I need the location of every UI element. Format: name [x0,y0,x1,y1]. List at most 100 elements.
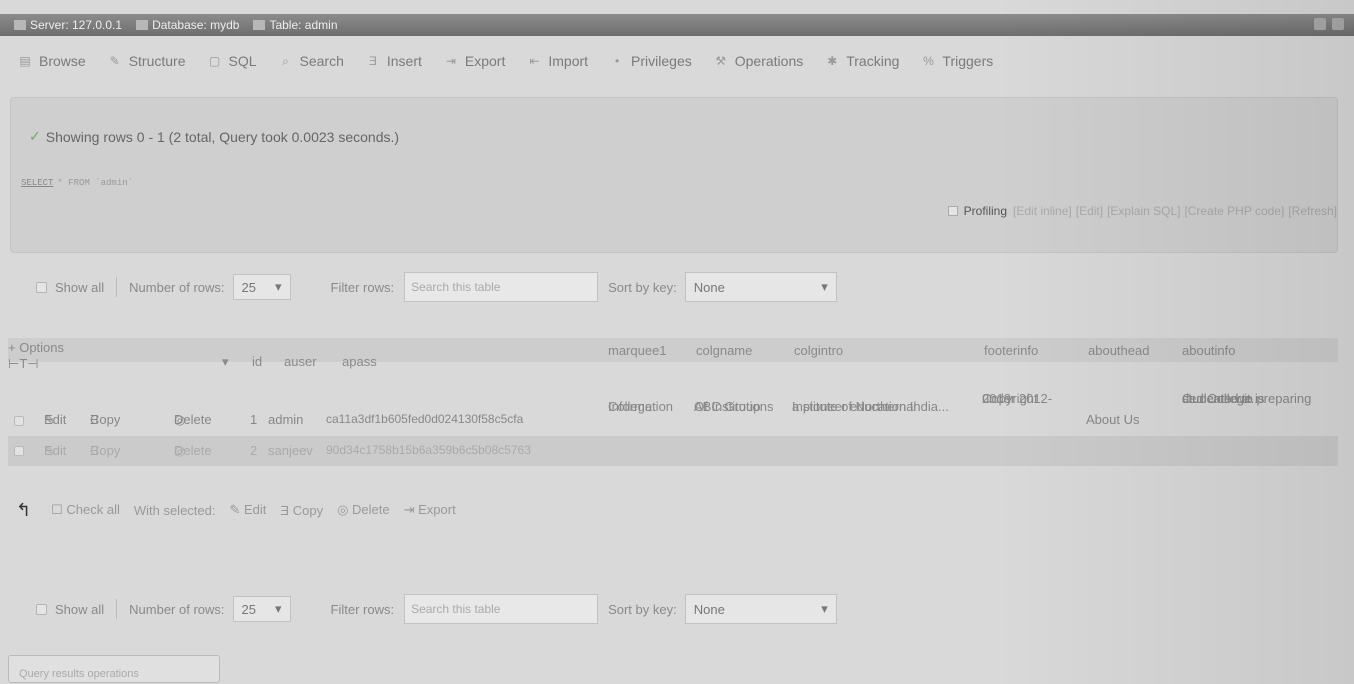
database-icon [136,20,149,30]
tab-import[interactable]: ⇤ Import [527,53,588,69]
edit-link[interactable]: [Edit] [1076,204,1103,218]
copy-icon: Ǝ [280,502,293,518]
show-all-label: Show all [55,601,105,617]
tab-export[interactable]: ⇥ Export [444,53,506,69]
row-checkbox[interactable] [14,446,24,456]
number-of-rows-select[interactable]: 25 ▾ [232,596,291,622]
checkbox-icon: ☐ [51,502,67,517]
cell-auser[interactable]: admin [268,412,303,427]
tab-operations[interactable]: ⚒ Operations [714,53,803,69]
chevron-down-icon: ▾ [274,601,282,616]
sort-by-key-label: Sort by key: [608,601,677,617]
bulk-delete-button[interactable]: ◎ Delete [337,502,390,518]
show-all-checkbox[interactable] [36,603,47,615]
bulk-copy-button[interactable]: Ǝ Copy [280,503,323,518]
divider [116,599,118,619]
column-header-colgintro[interactable]: colgintro [794,343,843,358]
filter-rows-input[interactable]: Search this table [404,594,599,624]
structure-icon: ✎ [109,54,120,68]
tab-tracking[interactable]: ✱ Tracking [825,53,899,69]
server-icon [14,20,26,30]
row-checkbox[interactable] [14,416,24,426]
tab-search[interactable]: ⌕ Search [279,53,344,69]
divider [116,277,118,297]
collapse-icon[interactable] [1332,18,1344,30]
arrow-up-icon: ↰ [16,499,32,520]
filter-rows-label: Filter rows: [330,279,395,295]
search-icon: ⌕ [282,54,289,68]
chevron-down-icon: ▾ [821,279,828,294]
number-of-rows-label: Number of rows: [129,279,225,295]
bulk-export-button[interactable]: ⇥ Export [404,502,456,518]
delete-icon: ◎ [337,502,353,517]
tab-browse[interactable]: ▤ Browse [18,53,85,69]
with-selected-label: With selected: [133,502,216,518]
browse-icon: ▤ [19,54,31,68]
tab-privileges[interactable]: • Privileges [610,53,692,69]
explain-sql-link[interactable]: [Explain SQL] [1107,204,1180,218]
sort-by-key-select[interactable]: None ▾ [684,272,837,302]
tab-insert[interactable]: Ǝ Insert [366,53,422,69]
bulk-edit-button[interactable]: ✎ Edit [230,502,267,518]
create-php-code-link[interactable]: [Create PHP code] [1184,204,1284,218]
profiling-bar: Profiling [Edit inline] [Edit] [Explain … [947,204,1337,218]
number-of-rows-select[interactable]: 25 ▾ [232,274,291,300]
tracking-icon: ✱ [827,54,838,68]
operations-icon: ⚒ [715,54,727,68]
check-all-link[interactable]: ☐ Check all [51,502,120,518]
column-header-colgname[interactable]: colgname [696,343,752,358]
table-header: + Options ⊢T⊣ ▾ id auser apass marquee1 … [8,338,1338,371]
profiling-checkbox[interactable] [947,206,958,216]
show-all-label: Show all [55,279,105,295]
cell-auser[interactable]: sanjeev [268,443,313,458]
settings-icon[interactable] [1314,18,1326,30]
number-of-rows-label: Number of rows: [129,601,225,617]
tab-triggers[interactable]: % Triggers [921,53,993,69]
triggers-icon: % [923,54,934,68]
sort-by-key-select[interactable]: None ▾ [684,594,837,624]
nav-row-top: Show all Number of rows: 25 ▾ Filter rows… [36,270,837,304]
check-icon: ✓ [29,128,41,144]
breadcrumb-bar: Server: 127.0.0.1 Database: mydb Table: … [0,14,1354,36]
insert-icon: Ǝ [368,54,377,68]
table-row: ✎ Edit Ǝ Copy ◎ Delete 1 admin ca11a3df1… [8,364,1338,436]
sort-by-key-label: Sort by key: [608,279,677,295]
cell-apass[interactable]: 90d34c1758b15b6a359b6c5b08c5763 [326,443,531,457]
filter-rows-input[interactable]: Search this table [404,272,599,302]
breadcrumb-server[interactable]: Server: 127.0.0.1 [14,18,122,32]
cell-id[interactable]: 2 [250,443,257,458]
table-tabs: ▤ Browse ✎ Structure ▢ SQL ⌕ Search Ǝ Insert … [0,44,1354,78]
import-icon: ⇤ [529,54,540,68]
export-icon: ⇥ [403,502,419,517]
show-all-checkbox[interactable] [36,281,47,293]
column-header-marquee1[interactable]: marquee1 [608,343,667,358]
nav-row-bottom: Show all Number of rows: 25 ▾ Filter rows… [36,592,837,626]
edit-inline-link[interactable]: [Edit inline] [1013,204,1072,218]
table-icon [253,20,266,30]
sql-icon: ▢ [208,54,221,68]
refresh-link[interactable]: [Refresh] [1288,204,1337,218]
success-message: ✓ Showing rows 0 - 1 (2 total, Query too… [29,128,400,145]
tab-structure[interactable]: ✎ Structure [108,53,186,69]
filter-rows-label: Filter rows: [330,601,395,617]
bulk-actions: ↰ ☐ Check all With selected: ✎ Edit Ǝ Co… [16,498,456,522]
sql-query: SELECT * FROM `admin` [21,178,134,188]
sql-keyword-link[interactable]: SELECT [21,178,53,188]
tab-sql[interactable]: ▢ SQL [208,53,257,69]
cell-apass[interactable]: ca11a3df1b605fed0d024130f58c5cfa [326,412,523,426]
cell-id[interactable]: 1 [250,412,257,427]
cell-abouthead[interactable]: About Us [1086,412,1139,427]
privileges-icon: • [614,54,620,68]
column-header-abouthead[interactable]: abouthead [1088,343,1149,358]
query-results-operations[interactable]: Query results operations [8,655,220,683]
breadcrumb-table[interactable]: Table: admin [253,18,338,32]
column-header-aboutinfo[interactable]: aboutinfo [1182,343,1236,358]
breadcrumb-database[interactable]: Database: mydb [136,18,239,32]
window-controls [1314,18,1344,30]
query-result-box: ✓ Showing rows 0 - 1 (2 total, Query too… [10,97,1338,253]
pencil-icon: ✎ [229,502,245,517]
chevron-down-icon: ▾ [821,601,828,616]
options-link[interactable]: + Options [8,340,64,355]
table-row: ✎ Edit Ǝ Copy ◎ Delete 2 sanjeev 90d34c1… [8,436,1338,466]
column-header-footerinfo[interactable]: footerinfo [984,343,1038,358]
